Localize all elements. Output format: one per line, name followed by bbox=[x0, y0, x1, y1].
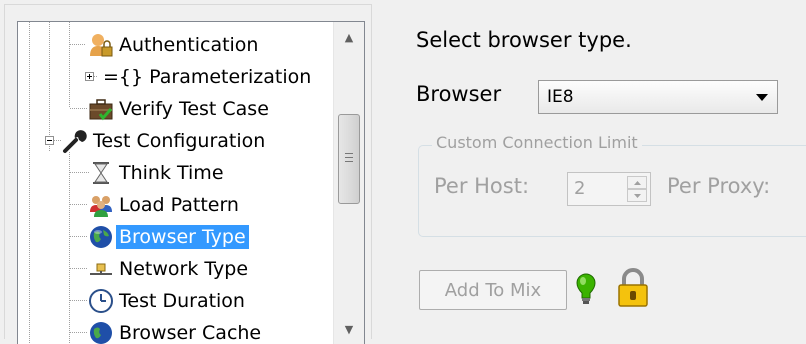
tree-item-verify-test-case[interactable]: Verify Test Case bbox=[88, 94, 272, 124]
globe-icon bbox=[88, 224, 114, 250]
per-proxy-label: Per Proxy: bbox=[667, 174, 771, 198]
tree-vertical-scrollbar[interactable]: ▲ ▼ bbox=[333, 22, 364, 344]
briefcase-check-icon bbox=[88, 96, 114, 122]
hourglass-icon bbox=[88, 160, 114, 186]
tree-item-label: Authentication bbox=[119, 34, 259, 56]
network-icon bbox=[88, 256, 114, 282]
tree-item-label: Browser Cache bbox=[119, 322, 262, 344]
tree-item-test-configuration[interactable]: Test Configuration bbox=[62, 126, 268, 156]
per-host-value: 2 bbox=[574, 178, 586, 199]
tree-item-label: Browser Type bbox=[116, 225, 249, 249]
spin-down-icon[interactable] bbox=[627, 189, 647, 202]
lock-icon bbox=[615, 268, 651, 312]
clock-icon bbox=[88, 288, 114, 314]
tree-item-browser-type[interactable]: Browser Type bbox=[88, 222, 249, 252]
tree-item-browser-cache[interactable]: Browser Cache bbox=[88, 318, 264, 344]
per-host-label: Per Host: bbox=[434, 174, 530, 198]
tree-item-test-duration[interactable]: Test Duration bbox=[88, 286, 248, 316]
lightbulb-icon bbox=[575, 272, 597, 312]
tree-panel: Authentication ={} Parameterization Veri… bbox=[4, 4, 372, 344]
tree-item-authentication[interactable]: Authentication bbox=[88, 30, 261, 60]
wrench-icon bbox=[62, 128, 88, 154]
tree-item-load-pattern[interactable]: Load Pattern bbox=[88, 190, 242, 220]
chevron-down-icon[interactable] bbox=[747, 93, 777, 101]
globe-cache-icon bbox=[88, 320, 114, 344]
tree-item-network-type[interactable]: Network Type bbox=[88, 254, 251, 284]
scroll-down-arrow-icon[interactable]: ▼ bbox=[334, 314, 364, 344]
tree-item-label: Test Configuration bbox=[93, 130, 266, 152]
thumb-grip-line bbox=[345, 153, 353, 154]
tree-item-label: Load Pattern bbox=[119, 194, 239, 216]
collapse-toggle-icon[interactable] bbox=[45, 136, 54, 145]
tree-item-label: Think Time bbox=[119, 162, 224, 184]
authentication-user-lock-icon bbox=[88, 32, 114, 58]
spin-up-icon[interactable] bbox=[627, 176, 647, 189]
tree-item-label: ={} Parameterization bbox=[103, 66, 312, 88]
browser-label: Browser bbox=[416, 82, 502, 106]
scrollbar-thumb[interactable] bbox=[338, 114, 360, 204]
browser-select-value: IE8 bbox=[547, 87, 574, 107]
thumb-grip-line bbox=[345, 157, 353, 158]
users-group-icon bbox=[88, 192, 114, 218]
tree-item-label: Network Type bbox=[119, 258, 249, 280]
browser-select[interactable]: IE8 bbox=[538, 80, 778, 114]
per-host-spinner[interactable]: 2 bbox=[567, 172, 651, 206]
expand-toggle-icon[interactable] bbox=[85, 72, 94, 81]
tree-item-think-time[interactable]: Think Time bbox=[88, 158, 227, 188]
settings-tree[interactable]: Authentication ={} Parameterization Veri… bbox=[17, 21, 365, 344]
tree-item-label: Verify Test Case bbox=[119, 98, 269, 120]
thumb-grip-line bbox=[345, 161, 353, 162]
scroll-up-arrow-icon[interactable]: ▲ bbox=[334, 22, 364, 52]
tree-item-parameterization[interactable]: ={} Parameterization bbox=[100, 62, 314, 92]
tree-item-label: Test Duration bbox=[119, 290, 245, 312]
add-to-mix-button[interactable]: Add To Mix bbox=[419, 270, 567, 310]
group-title: Custom Connection Limit bbox=[432, 133, 642, 152]
section-heading: Select browser type. bbox=[416, 28, 632, 52]
